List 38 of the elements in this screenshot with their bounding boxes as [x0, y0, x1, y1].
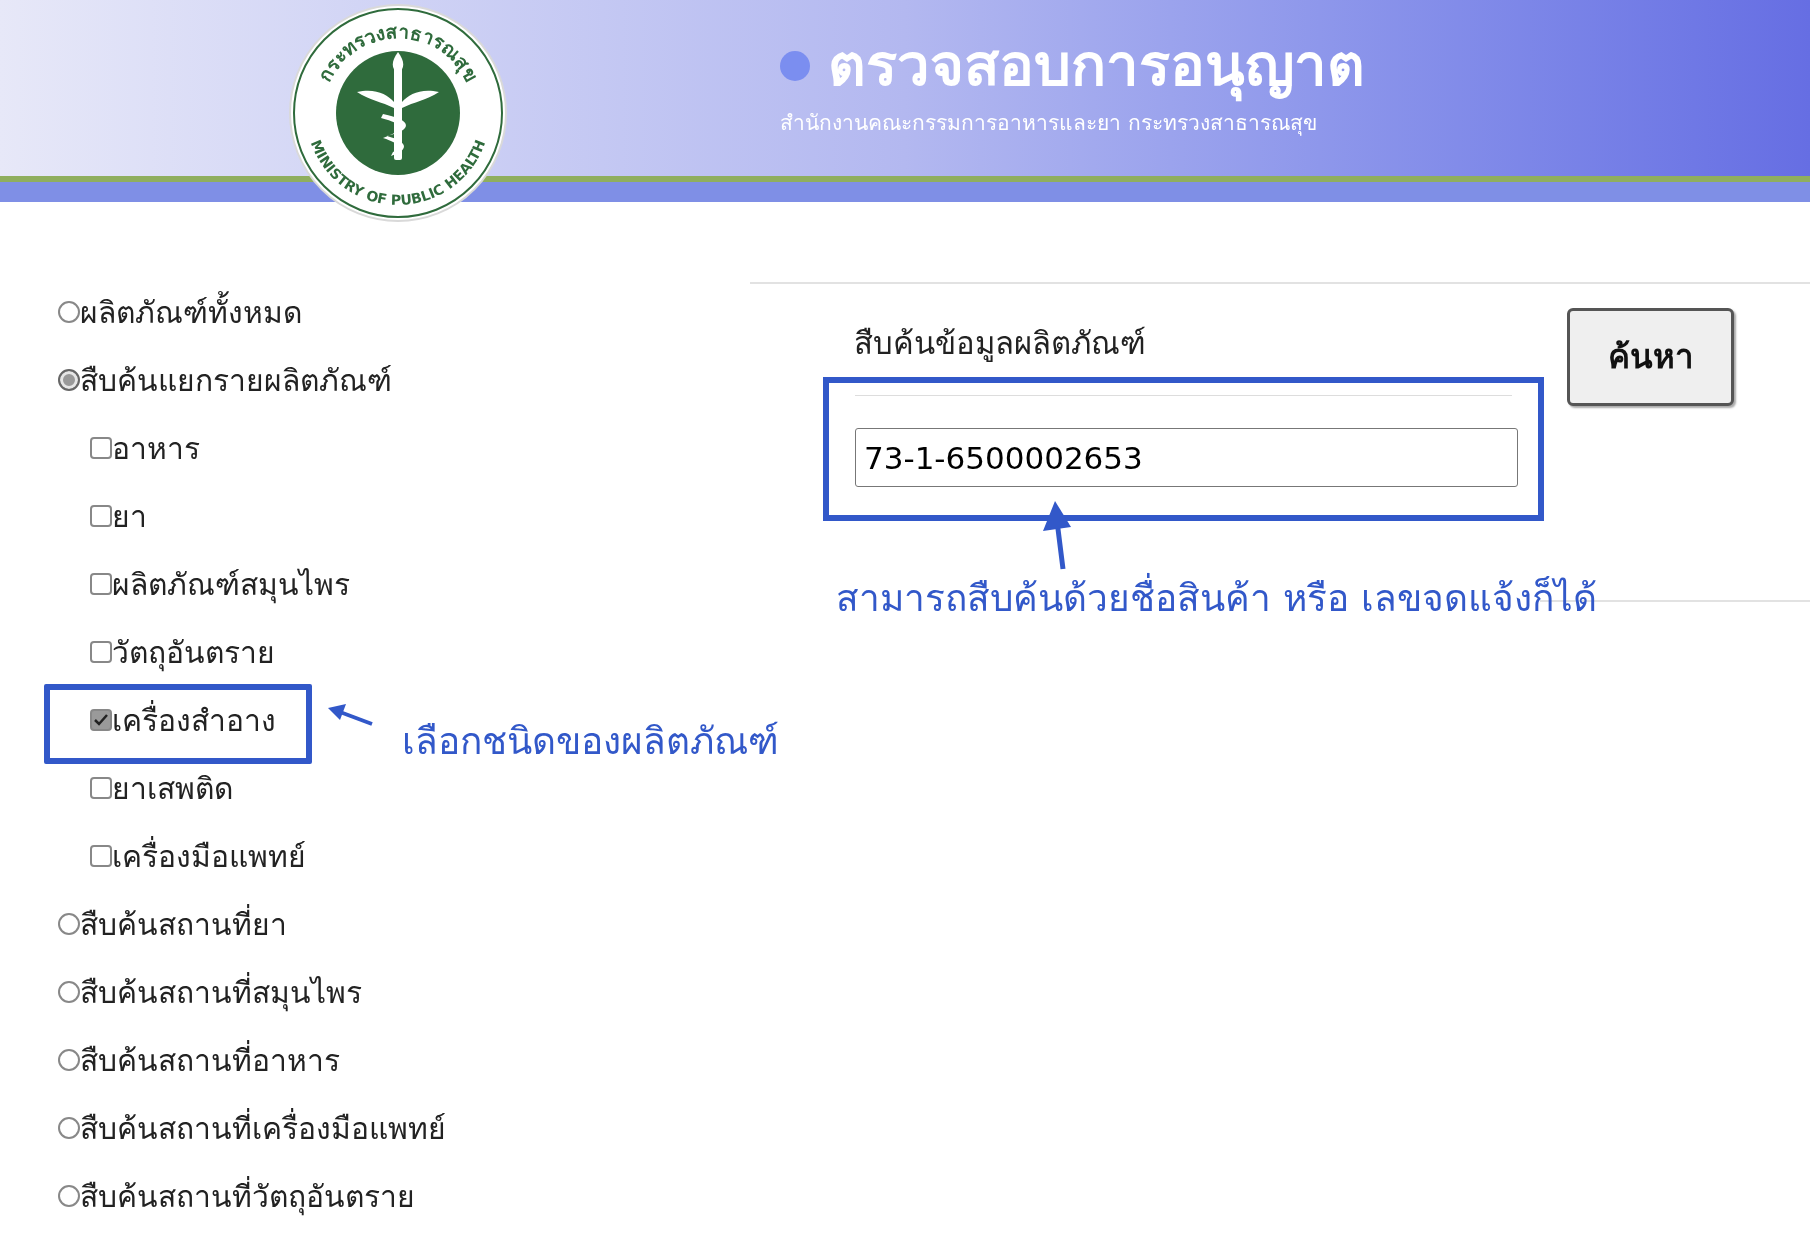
checkbox[interactable]	[90, 777, 112, 799]
checkbox[interactable]	[90, 845, 112, 867]
checkbox[interactable]	[90, 641, 112, 663]
option-label: สืบค้นสถานที่อาหาร	[80, 1039, 340, 1080]
radio-button[interactable]	[58, 369, 80, 391]
option-label: ยาเสพติด	[112, 769, 233, 808]
page-title: ตรวจสอบการอนุญาต	[828, 22, 1365, 109]
option-label: เครื่องสำอาง	[112, 699, 276, 740]
radio-button[interactable]	[58, 301, 80, 323]
option-label: สืบค้นสถานที่วัตถุอันตราย	[80, 1175, 415, 1218]
option-label: ผลิตภัณฑ์สมุนไพร	[112, 565, 350, 606]
radio-button[interactable]	[58, 1185, 80, 1207]
option-label: สืบค้นแยกรายผลิตภัณฑ์	[80, 361, 392, 400]
radio-button[interactable]	[58, 1117, 80, 1139]
field-label: สืบค้นข้อมูลผลิตภัณฑ์	[854, 323, 1147, 364]
radio-button[interactable]	[58, 1049, 80, 1071]
arrow-icon	[326, 704, 374, 728]
checkbox[interactable]	[90, 573, 112, 595]
check-icon	[93, 712, 109, 728]
option-label: วัตถุอันตราย	[112, 633, 275, 674]
search-button[interactable]: ค้นหา	[1567, 308, 1734, 406]
page-subtitle: สำนักงานคณะกรรมการอาหารและยา กระทรวงสาธารณสุข	[780, 110, 1317, 138]
checkbox[interactable]	[90, 437, 112, 459]
option-label: ผลิตภัณฑ์ทั้งหมด	[80, 289, 302, 335]
option-label: ยา	[112, 497, 147, 536]
option-label: สืบค้นสถานที่สมุนไพร	[80, 971, 362, 1014]
search-field[interactable]: 73-1-6500002653	[855, 428, 1518, 487]
option-label: เครื่องมือแพทย์	[112, 835, 306, 876]
radio-button[interactable]	[58, 913, 80, 935]
annotation-text: สามารถสืบค้นด้วยชื่อสินค้า หรือ เลขจดแจ้งก็ได้	[836, 563, 1597, 635]
checkbox[interactable]	[90, 709, 112, 731]
radio-button[interactable]	[58, 981, 80, 1003]
annotation-text: เลือกชนิดของผลิตภัณฑ์	[402, 719, 779, 765]
option-label: อาหาร	[112, 429, 200, 468]
checkbox[interactable]	[90, 505, 112, 527]
option-label: สืบค้นสถานที่ยา	[80, 903, 287, 944]
bullet-icon	[780, 50, 810, 81]
option-label: สืบค้นสถานที่เครื่องมือแพทย์	[80, 1107, 446, 1148]
